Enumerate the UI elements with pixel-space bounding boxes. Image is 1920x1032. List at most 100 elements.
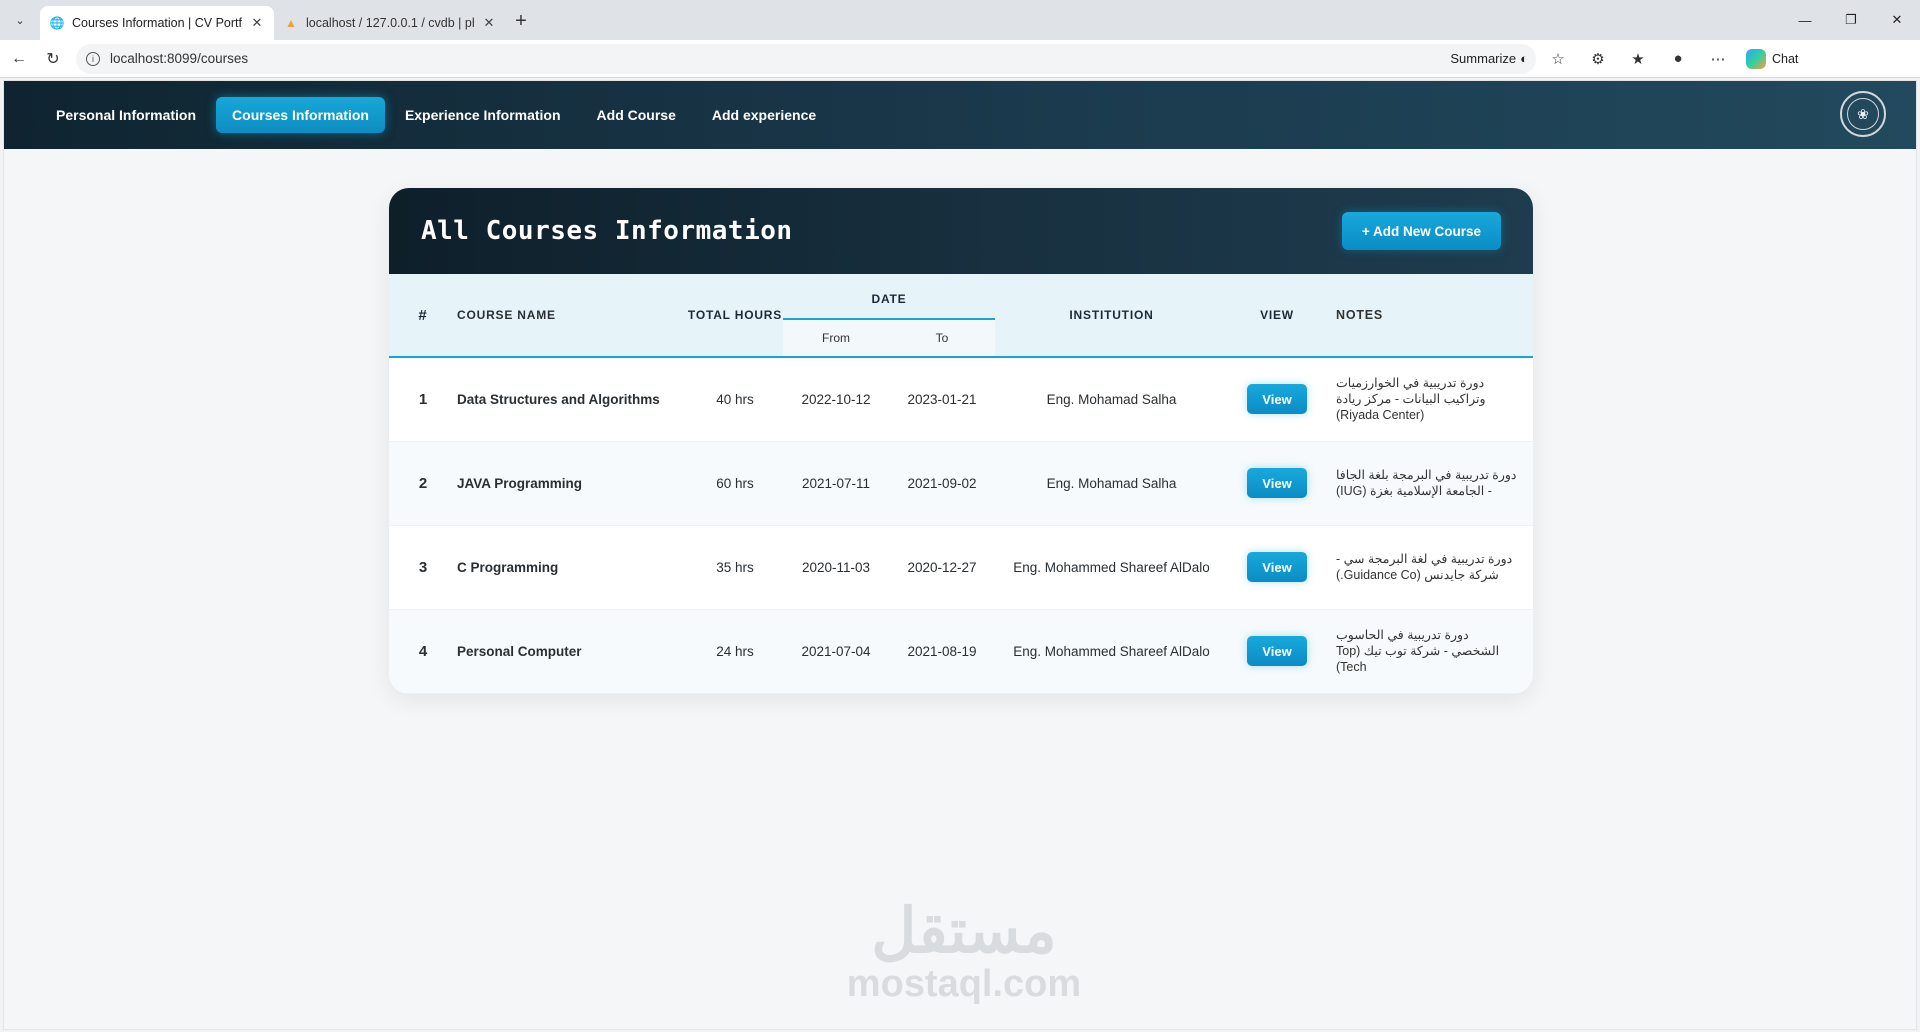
browser-tools: ☆ ⚙ ★ ● ⋯ [1540,44,1736,74]
card-header: All Courses Information + Add New Course [389,188,1533,274]
tab-list-dropdown-icon[interactable]: ⌄ [6,6,34,34]
university-seal-logo[interactable]: ❀ [1840,91,1886,137]
row-number: 2 [389,441,457,526]
back-arrow-icon[interactable]: ← [4,44,34,74]
nav-experience-information[interactable]: Experience Information [389,97,577,133]
course-name: Data Structures and Algorithms [457,357,687,442]
address-bar[interactable]: i localhost:8099/courses Summarize ◐ [76,43,1536,74]
notes: دورة تدريبية في الحاسوب الشخصي - شركة تو… [1326,609,1533,694]
browser-toolbar: ← ↻ i localhost:8099/courses Summarize ◐… [0,40,1920,78]
course-hours: 24 hrs [687,609,783,694]
course-name: JAVA Programming [457,441,687,526]
course-hours: 60 hrs [687,441,783,526]
site-info-icon[interactable]: i [86,51,100,66]
header-num: # [389,274,457,358]
date-to: 2020-12-27 [889,525,995,610]
view-button[interactable]: View [1247,384,1307,415]
reload-icon[interactable]: ↻ [38,44,68,74]
notes-text: دورة تدريبية في الحاسوب الشخصي - شركة تو… [1336,627,1500,675]
more-menu-icon[interactable]: ⋯ [1700,44,1736,74]
courses-table: # COURSE NAME TOTAL HOURS DATE INSTITUTI… [389,274,1533,694]
chat-label: Chat [1772,51,1799,66]
nav-courses-information[interactable]: Courses Information [216,97,385,133]
row-number: 1 [389,357,457,442]
restore-icon[interactable]: ❐ [1828,0,1874,40]
notes: دورة تدريبية في لغة البرمجة سي - شركة جا… [1326,525,1533,610]
close-tab-icon[interactable]: ✕ [482,15,496,31]
favorite-star-icon[interactable]: ☆ [1540,44,1576,74]
course-name: Personal Computer [457,609,687,694]
new-tab-icon[interactable]: + [506,6,536,36]
view-button[interactable]: View [1247,552,1307,582]
close-window-icon[interactable]: ✕ [1874,0,1920,40]
header-view: VIEW [1228,274,1326,358]
nav-personal-information[interactable]: Personal Information [40,97,212,133]
extensions-icon[interactable]: ⚙ [1580,44,1616,74]
notes-text: دورة تدريبية في البرمجة بلغة الجافا - ال… [1336,467,1517,498]
nav-add-course[interactable]: Add Course [581,97,692,133]
date-from: 2021-07-04 [783,609,889,694]
date-from: 2021-07-11 [783,441,889,526]
institution: Eng. Mohammed Shareef AlDalo [995,525,1228,610]
watermark-latin: mostaql.com [846,963,1082,1005]
window-controls: — ❐ ✕ [1782,0,1920,40]
watermark-arabic: مستقل [871,897,1057,966]
view-button[interactable]: View [1247,468,1307,498]
phpmyadmin-icon: ▲ [285,16,297,30]
view-button[interactable]: View [1247,636,1307,666]
header-course-name: COURSE NAME [457,274,687,358]
nav-add-experience[interactable]: Add experience [696,97,832,133]
globe-icon: 🌐 [49,16,65,30]
date-to: 2021-09-02 [889,441,995,526]
header-date-to: To [889,319,995,358]
browser-tab-phpmyadmin[interactable]: ▲ localhost / 127.0.0.1 / cvdb | phpMy ✕ [274,6,506,40]
notes: دورة تدريبية في الخوارزميات وتراكيب البي… [1326,357,1533,442]
course-hours: 40 hrs [687,357,783,442]
header-notes: NOTES [1326,274,1533,358]
header-total-hours: TOTAL HOURS [687,274,783,358]
table-row: 1 Data Structures and Algorithms 40 hrs … [389,357,1533,442]
institution: Eng. Mohamad Salha [995,441,1228,526]
browser-tab-strip: ⌄ 🌐 Courses Information | CV Portfolio ✕… [0,0,1920,40]
header-date-from: From [783,319,889,358]
course-name: C Programming [457,525,687,610]
date-to: 2023-01-21 [889,357,995,442]
courses-card: All Courses Information + Add New Course… [389,188,1533,694]
view-cell: View [1228,609,1326,694]
page-title: All Courses Information [421,216,793,246]
browser-tab-active[interactable]: 🌐 Courses Information | CV Portfolio ✕ [40,6,274,40]
tab-title: localhost / 127.0.0.1 / cvdb | phpMy [306,16,474,30]
seal-emblem-icon: ❀ [1847,98,1879,130]
notes-text: دورة تدريبية في لغة البرمجة سي - شركة جا… [1336,551,1513,582]
close-tab-icon[interactable]: ✕ [250,15,264,31]
table-row: 2 JAVA Programming 60 hrs 2021-07-11 202… [389,441,1533,526]
course-hours: 35 hrs [687,525,783,610]
institution: Eng. Mohamad Salha [995,357,1228,442]
top-navbar: Personal Information Courses Information… [4,81,1916,149]
date-to: 2021-08-19 [889,609,995,694]
summarize-button[interactable]: Summarize ◐ [1450,51,1528,66]
add-new-course-button[interactable]: + Add New Course [1341,212,1501,250]
tab-title: Courses Information | CV Portfolio [72,16,242,30]
date-from: 2020-11-03 [783,525,889,610]
view-cell: View [1228,441,1326,526]
view-cell: View [1228,525,1326,610]
header-institution: INSTITUTION [995,274,1228,358]
favorites-list-icon[interactable]: ★ [1620,44,1656,74]
summarize-label: Summarize [1450,51,1517,66]
table-row: 3 C Programming 35 hrs 2020-11-03 2020-1… [389,525,1533,610]
profile-avatar-icon[interactable]: ● [1660,44,1696,74]
copilot-chat-button[interactable]: Chat [1736,48,1808,69]
copilot-icon [1746,48,1766,69]
minimize-icon[interactable]: — [1782,0,1828,40]
row-number: 3 [389,525,457,610]
url-text: localhost:8099/courses [110,51,249,66]
view-cell: View [1228,357,1326,442]
notes-text: دورة تدريبية في الخوارزميات وتراكيب البي… [1336,375,1486,423]
notes: دورة تدريبية في البرمجة بلغة الجافا - ال… [1326,441,1533,526]
page-viewport: Personal Information Courses Information… [3,80,1917,1030]
mostaql-watermark-logo: مستقل mostaql.com [844,897,1084,1005]
institution: Eng. Mohammed Shareef AlDalo [995,609,1228,694]
row-number: 4 [389,609,457,694]
header-date: DATE [783,274,995,320]
